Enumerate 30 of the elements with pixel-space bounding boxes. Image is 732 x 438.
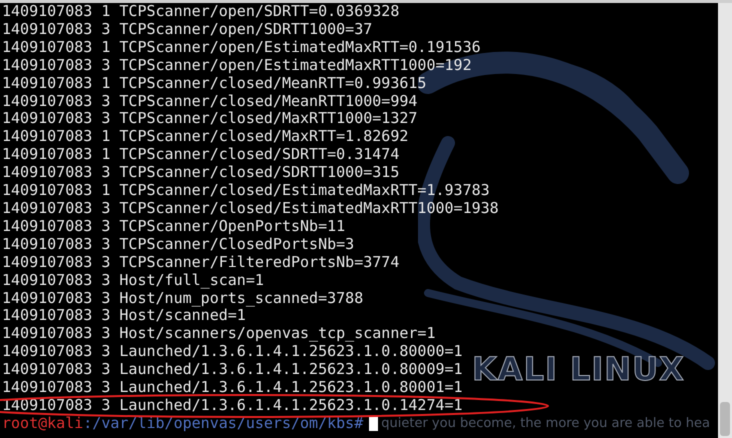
output-line: 1409107083 3 Launched/1.3.6.1.4.1.25623.1.0.80009=1 bbox=[1, 361, 463, 380]
scrollbar[interactable] bbox=[718, 3, 732, 438]
output-line: 1409107083 3 TCPScanner/closed/MaxRTT1000=1327 bbox=[1, 110, 418, 128]
output-line: 1409107083 3 TCPScanner/closed/MeanRTT1000=994 bbox=[1, 92, 418, 110]
output-line: 1409107083 3 Host/scanners/openvas_tcp_scanner=1 bbox=[1, 325, 436, 344]
output-line: 1409107083 1 TCPScanner/open/EstimatedMaxRTT=0.191536 bbox=[1, 38, 481, 57]
text-cursor bbox=[369, 416, 378, 432]
output-line: 1409107083 3 Host/full_scan=1 bbox=[1, 272, 264, 290]
output-line: 1409107083 3 TCPScanner/FilteredPortsNb=3774 bbox=[1, 254, 400, 272]
output-line: 1409107083 3 Launched/1.3.6.1.4.1.25623.1.0.80000=1 bbox=[1, 343, 463, 362]
output-line: 1409107083 1 TCPScanner/closed/MeanRTT=0.993615 bbox=[1, 74, 426, 93]
scrollbar-thumb[interactable] bbox=[720, 402, 730, 436]
output-line: 1409107083 3 TCPScanner/closed/EstimatedMaxRTT1000=1938 bbox=[1, 200, 499, 218]
output-line: 1409107083 1 TCPScanner/closed/SDRTT=0.31474 bbox=[1, 146, 400, 164]
output-line: 1409107083 3 TCPScanner/closed/SDRTT1000=315 bbox=[1, 164, 400, 182]
output-line: 1409107083 3 Host/num_ports_scanned=3788 bbox=[1, 290, 364, 308]
output-line: 1409107083 3 Host/scanned=1 bbox=[1, 307, 246, 326]
output-line: 1409107083 1 TCPScanner/closed/MaxRTT=1.82692 bbox=[1, 128, 408, 146]
output-line: 1409107083 1 TCPScanner/open/SDRTT=0.0369328 bbox=[1, 3, 400, 21]
output-line: 1409107083 3 TCPScanner/open/SDRTT1000=37 bbox=[1, 20, 372, 39]
output-line: 1409107083 3 TCPScanner/OpenPortsNb=11 bbox=[1, 218, 346, 236]
prompt-path: :/var/lib/openvas/users/om/kbs# bbox=[83, 414, 364, 433]
output-line: 1409107083 3 TCPScanner/ClosedPortsNb=3 bbox=[1, 236, 354, 254]
output-line: 1409107083 3 TCPScanner/open/EstimatedMaxRTT1000=192 bbox=[1, 56, 472, 75]
output-line: 1409107083 1 TCPScanner/closed/EstimatedMaxRTT=1.93783 bbox=[1, 182, 490, 200]
wallpaper-slogan: quieter you become, the more you are able to hea bbox=[381, 414, 710, 433]
output-line: 1409107083 3 Launched/1.3.6.1.4.1.25623.1.0.14274=1 bbox=[1, 396, 463, 415]
prompt-user-host: root@kali bbox=[2, 414, 84, 433]
wallpaper-logo: KALI LINUX bbox=[472, 353, 685, 385]
output-line: 1409107083 3 Launched/1.3.6.1.4.1.25623.1.0.80001=1 bbox=[1, 379, 463, 397]
